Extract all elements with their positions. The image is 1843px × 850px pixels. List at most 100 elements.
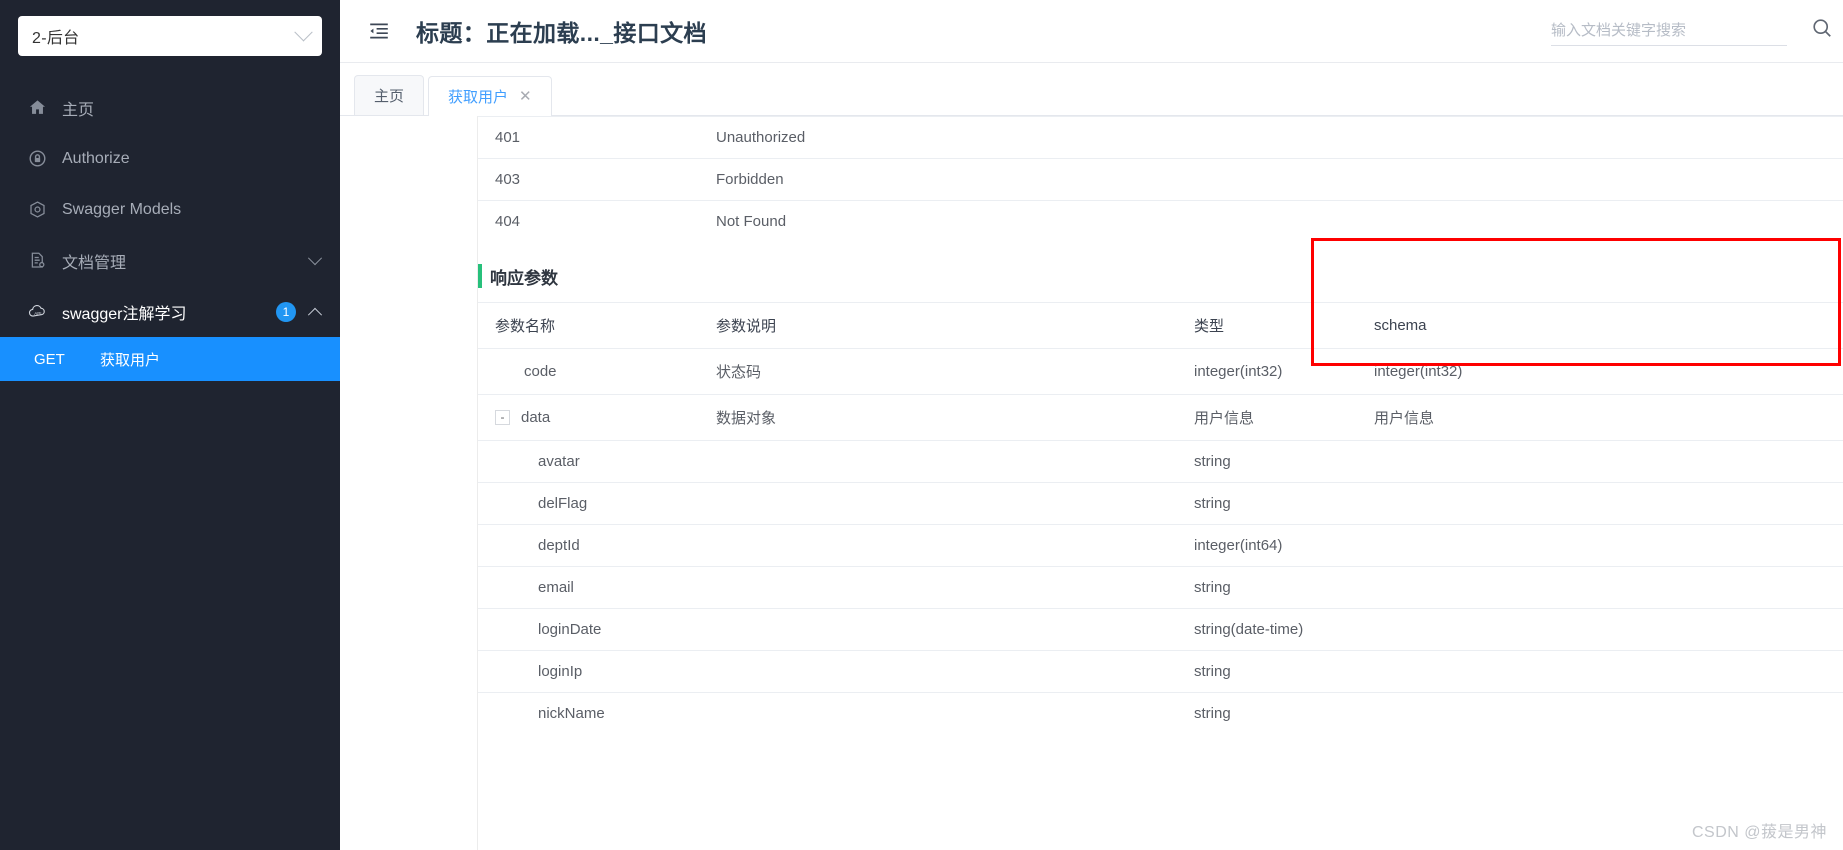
response-desc: Forbidden bbox=[710, 158, 1843, 201]
param-desc bbox=[710, 440, 1188, 483]
param-spacer bbox=[1538, 650, 1843, 693]
param-name: deptId bbox=[478, 524, 710, 567]
param-name: delFlag bbox=[478, 482, 710, 525]
search-icon[interactable] bbox=[1811, 17, 1833, 44]
column-header-desc: 参数说明 bbox=[710, 302, 1188, 349]
cube-icon bbox=[26, 199, 48, 221]
sidebar-item-label: Swagger Models bbox=[62, 200, 182, 218]
sidebar-item-home[interactable]: 主页 bbox=[0, 82, 340, 133]
table-row: loginIp string bbox=[478, 650, 1843, 693]
param-schema: 用户信息 bbox=[1368, 394, 1538, 441]
tab-label: 主页 bbox=[374, 88, 405, 105]
response-params-table: 参数名称 参数说明 类型 schema code 状态码 integer(int… bbox=[478, 302, 1843, 734]
param-name: email bbox=[478, 566, 710, 609]
sidebar-item-trailing bbox=[307, 250, 323, 266]
app-root: 2-后台 主页 Authorize Swagger Models 文档管理 AP… bbox=[0, 0, 1843, 850]
svg-text:API: API bbox=[34, 311, 41, 316]
response-params-head: 参数名称 参数说明 类型 schema bbox=[478, 302, 1843, 349]
param-desc bbox=[710, 482, 1188, 525]
sidebar-item-swagger-annotations[interactable]: API swagger注解学习 1 bbox=[0, 286, 340, 337]
section-title: 响应参数 bbox=[490, 268, 558, 288]
document-settings-icon bbox=[26, 250, 48, 272]
sidebar-item-trailing: 1 bbox=[276, 301, 323, 322]
home-icon bbox=[26, 97, 48, 119]
column-header-name: 参数名称 bbox=[478, 302, 710, 349]
close-icon[interactable]: ✕ bbox=[519, 89, 532, 104]
param-spacer bbox=[1538, 348, 1843, 395]
param-desc bbox=[710, 608, 1188, 651]
search-input[interactable] bbox=[1551, 21, 1787, 39]
sidebar-nav: 主页 Authorize Swagger Models 文档管理 API swa… bbox=[0, 82, 340, 381]
param-name: code bbox=[478, 348, 710, 395]
status-badge: 1 bbox=[276, 301, 296, 322]
param-schema bbox=[1368, 524, 1538, 567]
doc-content: 401 Unauthorized 403 Forbidden 404 Not F… bbox=[478, 116, 1843, 850]
table-row: delFlag string bbox=[478, 482, 1843, 525]
param-type: string bbox=[1188, 440, 1368, 483]
table-row: deptId integer(int64) bbox=[478, 524, 1843, 567]
param-spacer bbox=[1538, 608, 1843, 651]
param-desc: 数据对象 bbox=[710, 394, 1188, 441]
table-row: email string bbox=[478, 566, 1843, 609]
sidebar-item-swagger-models[interactable]: Swagger Models bbox=[0, 184, 340, 235]
table-row: 404 Not Found bbox=[478, 200, 1843, 242]
param-schema bbox=[1368, 566, 1538, 609]
sidebar-api-item-get-user[interactable]: GET 获取用户 bbox=[0, 337, 340, 381]
param-schema bbox=[1368, 440, 1538, 483]
chevron-up-icon[interactable] bbox=[307, 307, 323, 322]
param-name: nickName bbox=[478, 692, 710, 734]
response-params-body: code 状态码 integer(int32) integer(int32) -… bbox=[478, 348, 1843, 734]
sidebar-item-document-management[interactable]: 文档管理 bbox=[0, 235, 340, 286]
response-code: 401 bbox=[478, 116, 710, 159]
chevron-down-icon[interactable] bbox=[307, 250, 323, 265]
table-row: code 状态码 integer(int32) integer(int32) bbox=[478, 348, 1843, 395]
param-desc: 状态码 bbox=[710, 348, 1188, 395]
api-method-label: GET bbox=[34, 350, 65, 368]
param-name: avatar bbox=[478, 440, 710, 483]
project-select[interactable]: 2-后台 bbox=[18, 16, 322, 56]
table-row: loginDate string(date-time) bbox=[478, 608, 1843, 651]
param-schema bbox=[1368, 608, 1538, 651]
lock-icon bbox=[26, 148, 48, 170]
param-type: string bbox=[1188, 692, 1368, 734]
response-desc: Not Found bbox=[710, 200, 1843, 242]
table-row: 401 Unauthorized bbox=[478, 116, 1843, 159]
topbar-right bbox=[1551, 17, 1843, 46]
cloud-api-icon: API bbox=[26, 301, 48, 323]
param-type: integer(int64) bbox=[1188, 524, 1368, 567]
topbar: 标题：正在加载..._接口文档 bbox=[340, 0, 1843, 63]
column-header-schema: schema bbox=[1368, 302, 1538, 349]
param-schema bbox=[1368, 650, 1538, 693]
param-desc bbox=[710, 524, 1188, 567]
param-spacer bbox=[1538, 692, 1843, 734]
response-code: 403 bbox=[478, 158, 710, 201]
table-row: nickName string bbox=[478, 692, 1843, 734]
response-code: 404 bbox=[478, 200, 710, 242]
collapse-toggle-icon[interactable]: - bbox=[495, 409, 510, 425]
param-type: integer(int32) bbox=[1188, 348, 1368, 395]
param-spacer bbox=[1538, 394, 1843, 441]
table-row: avatar string bbox=[478, 440, 1843, 483]
param-type: string bbox=[1188, 566, 1368, 609]
project-select-value: 2-后台 bbox=[32, 30, 80, 47]
tab-label: 获取用户 bbox=[448, 89, 509, 106]
watermark: CSDN @菝是男神 bbox=[1691, 824, 1827, 841]
param-desc bbox=[710, 650, 1188, 693]
table-row: 403 Forbidden bbox=[478, 158, 1843, 201]
tab-home[interactable]: 主页 bbox=[354, 75, 425, 115]
main-area: 标题：正在加载..._接口文档 主页 获取用户 ✕ bbox=[340, 0, 1843, 850]
sidebar-item-authorize[interactable]: Authorize bbox=[0, 133, 340, 184]
sidebar-item-label: swagger注解学习 bbox=[62, 305, 187, 323]
tab-get-user[interactable]: 获取用户 ✕ bbox=[428, 76, 552, 116]
response-codes-body: 401 Unauthorized 403 Forbidden 404 Not F… bbox=[478, 116, 1843, 242]
param-type: 用户信息 bbox=[1188, 394, 1368, 441]
left-rail-spacer bbox=[340, 116, 478, 850]
param-name: loginIp bbox=[478, 650, 710, 693]
search-box[interactable] bbox=[1551, 21, 1787, 46]
table-row: - data 数据对象 用户信息 用户信息 bbox=[478, 394, 1843, 441]
section-header-response-params: 响应参数 bbox=[478, 264, 1843, 288]
menu-collapse-icon[interactable] bbox=[364, 16, 394, 46]
column-header-type: 类型 bbox=[1188, 302, 1368, 349]
sidebar-item-label: 主页 bbox=[62, 101, 95, 119]
chevron-down-icon bbox=[294, 22, 313, 41]
